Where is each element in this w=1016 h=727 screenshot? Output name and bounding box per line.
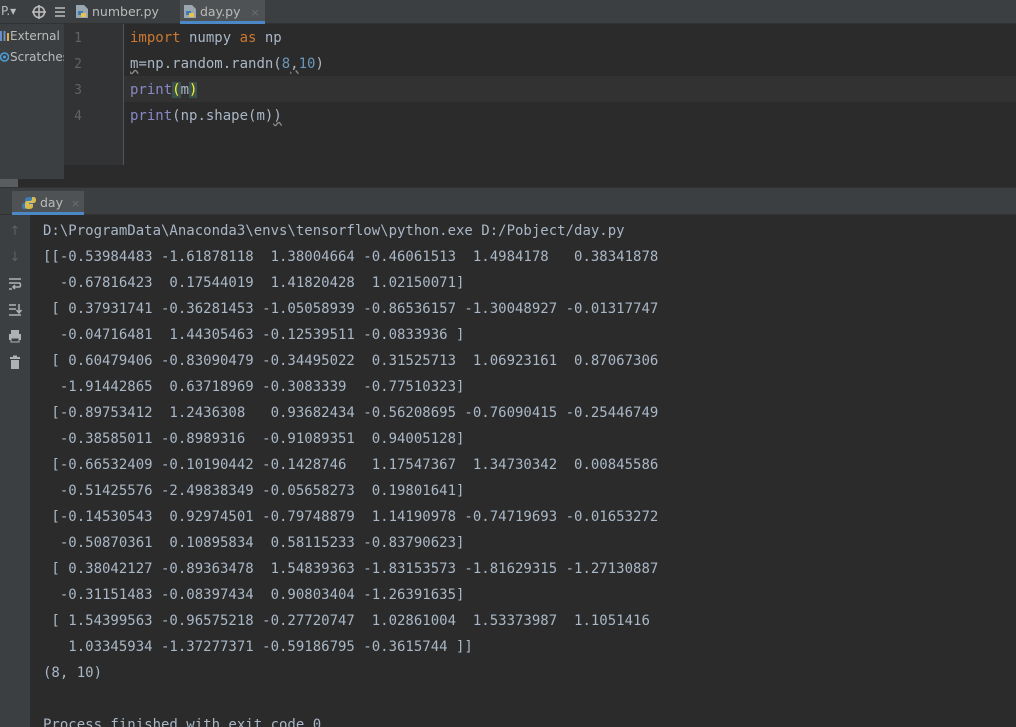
- tree-item-external-libraries[interactable]: External L: [0, 26, 64, 46]
- horizontal-scrollbar[interactable]: [0, 179, 18, 187]
- tab-label: day.py: [200, 4, 241, 19]
- number-literal: 8: [281, 56, 291, 72]
- code-text: =np.random.randn(: [138, 56, 282, 72]
- console-line: [ 0.37931741 -0.36281453 -1.05058939 -0.…: [43, 301, 659, 317]
- code-line-1[interactable]: import numpy as np: [130, 25, 282, 51]
- console-line: [-0.14530543 0.92974501 -0.79748879 1.14…: [43, 509, 659, 525]
- console-line: [ 1.54399563 -0.96575218 -0.27720747 1.0…: [43, 613, 650, 629]
- console-line: -0.51425576 -2.49838349 -0.05658273 0.19…: [43, 483, 465, 499]
- run-tab-label: day: [40, 195, 63, 210]
- split-icon[interactable]: [55, 0, 67, 23]
- trash-icon[interactable]: [6, 353, 24, 371]
- down-arrow-icon[interactable]: ↓: [6, 249, 24, 267]
- code-line-4[interactable]: print(np.shape(m)): [130, 103, 282, 129]
- code-editor[interactable]: import numpy as np m=np.random.randn(8,1…: [124, 24, 1016, 165]
- builtin-name: print: [130, 82, 173, 98]
- project-view-selector[interactable]: P.▾: [0, 0, 22, 23]
- soft-wrap-icon[interactable]: [6, 275, 24, 293]
- up-arrow-icon[interactable]: ↑: [6, 223, 24, 241]
- console-line: -0.04716481 1.44305463 -0.12539511 -0.08…: [43, 327, 465, 343]
- library-icon: [0, 31, 9, 41]
- print-icon[interactable]: [6, 327, 24, 345]
- console-line: -0.67816423 0.17544019 1.41820428 1.0215…: [43, 275, 465, 291]
- code-text: np: [256, 30, 282, 46]
- number-literal: 10: [298, 56, 316, 72]
- code-text: m: [180, 82, 190, 98]
- run-tool-window-header: day ×: [0, 191, 1016, 215]
- scratches-icon: [0, 52, 9, 62]
- close-icon[interactable]: ×: [251, 6, 260, 19]
- editor-footer: [64, 165, 1016, 179]
- tree-item-label: Scratches: [10, 50, 64, 64]
- code-line-3[interactable]: print(m): [130, 77, 198, 103]
- run-toolbar: ↑ ↓: [0, 215, 30, 727]
- console-line: -1.91442865 0.63718969 -0.3083339 -0.775…: [43, 379, 465, 395]
- line-number: 4: [74, 109, 82, 124]
- console-line: [ 0.38042127 -0.89363478 1.54839363 -1.8…: [43, 561, 659, 577]
- run-tab-day[interactable]: day ×: [12, 191, 84, 215]
- console-line: [ 0.60479406 -0.83090479 -0.34495022 0.3…: [43, 353, 659, 369]
- console-line: -0.38585011 -0.8989316 -0.91089351 0.940…: [43, 431, 465, 447]
- console-line: [[-0.53984483 -1.61878118 1.38004664 -0.…: [43, 249, 659, 265]
- scroll-to-end-icon[interactable]: [6, 301, 24, 319]
- code-text: numpy: [180, 30, 240, 46]
- code-text: ): [315, 56, 324, 72]
- console-line: 1.03345934 -1.37277371 -0.59186795 -0.36…: [43, 639, 473, 655]
- current-line-highlight: [124, 76, 1016, 102]
- editor-tab-bar: P.▾ number.py × day.py ×: [0, 0, 1016, 42]
- console-line: -0.31151483 -0.08397434 0.90803404 -1.26…: [43, 587, 465, 603]
- code-text: ): [273, 108, 282, 124]
- builtin-name: print: [130, 108, 173, 124]
- close-icon[interactable]: ×: [71, 197, 80, 210]
- project-tree-panel: External L Scratches: [0, 24, 64, 179]
- crosshair-icon[interactable]: [30, 0, 48, 23]
- console-line: -0.50870361 0.10895834 0.58115233 -0.837…: [43, 535, 465, 551]
- python-file-icon: [184, 5, 196, 18]
- line-number: 1: [74, 31, 82, 46]
- console-line: D:\ProgramData\Anaconda3\envs\tensorflow…: [43, 223, 625, 239]
- code-text: ,: [290, 56, 299, 72]
- keyword: as: [239, 30, 257, 46]
- console-line: (8, 10): [43, 665, 103, 681]
- tab-day-py[interactable]: day.py ×: [180, 0, 265, 24]
- matched-paren: ): [189, 82, 198, 98]
- console-output[interactable]: D:\ProgramData\Anaconda3\envs\tensorflow…: [30, 215, 1016, 727]
- tree-item-label: External L: [10, 29, 64, 43]
- console-line: Process finished with exit code 0: [43, 717, 322, 727]
- tree-item-scratches[interactable]: Scratches: [0, 47, 64, 67]
- tab-label: number.py: [92, 4, 159, 19]
- python-run-icon: [22, 197, 36, 209]
- line-number: 3: [74, 83, 82, 98]
- code-line-2[interactable]: m=np.random.randn(8,10): [130, 51, 324, 77]
- keyword: import: [130, 30, 181, 46]
- console-line: [-0.89753412 1.2436308 0.93682434 -0.562…: [43, 405, 659, 421]
- code-text: (np.shape(m): [172, 108, 274, 124]
- tab-number-py[interactable]: number.py ×: [72, 0, 176, 42]
- matched-paren: (: [172, 82, 181, 98]
- python-file-icon: [76, 5, 88, 18]
- line-number: 2: [74, 57, 82, 72]
- console-line: [-0.66532409 -0.10190442 -0.1428746 1.17…: [43, 457, 659, 473]
- line-number-gutter: 1 2 3 4: [64, 24, 124, 165]
